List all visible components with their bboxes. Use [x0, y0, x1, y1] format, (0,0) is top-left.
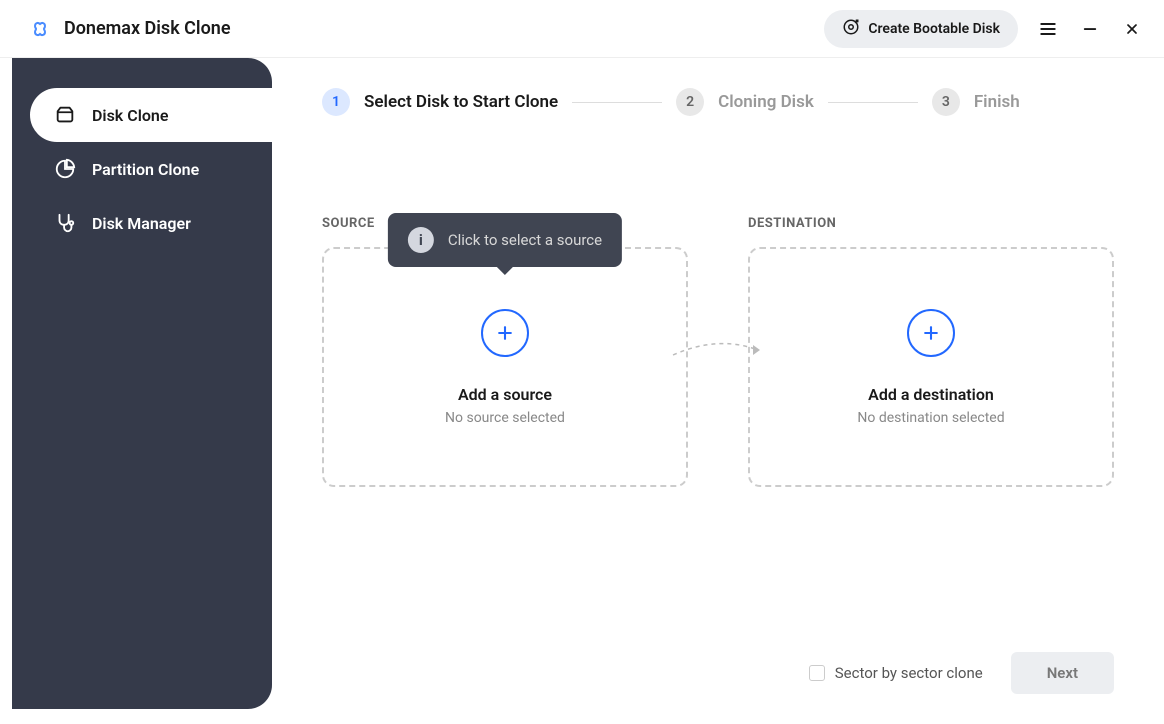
plus-icon	[481, 309, 529, 357]
checkbox-label: Sector by sector clone	[835, 664, 983, 682]
source-dropzone[interactable]: i Click to select a source Add a source …	[322, 247, 688, 487]
source-title: Add a source	[458, 385, 552, 404]
close-icon[interactable]	[1120, 17, 1144, 41]
next-button[interactable]: Next	[1011, 652, 1114, 694]
header: Donemax Disk Clone Create Bootable Disk	[0, 0, 1164, 58]
destination-sub: No destination selected	[857, 410, 1004, 426]
create-bootable-disk-button[interactable]: Create Bootable Disk	[824, 10, 1018, 48]
step-1: 1 Select Disk to Start Clone	[322, 88, 558, 116]
header-left: Donemax Disk Clone	[28, 17, 231, 41]
create-bootable-disk-label: Create Bootable Disk	[868, 21, 1000, 37]
step-label: Finish	[974, 92, 1020, 112]
pie-icon	[54, 158, 76, 180]
disk-icon	[54, 104, 76, 126]
step-divider	[828, 102, 918, 103]
step-label: Select Disk to Start Clone	[364, 92, 558, 112]
destination-title: Add a destination	[868, 385, 994, 404]
sidebar-item-label: Disk Clone	[92, 106, 168, 125]
source-sub: No source selected	[445, 410, 565, 426]
logo-icon	[28, 17, 52, 41]
sidebar-item-partition-clone[interactable]: Partition Clone	[30, 142, 272, 196]
sidebar-item-label: Disk Manager	[92, 214, 191, 233]
step-3: 3 Finish	[932, 88, 1020, 116]
sector-by-sector-checkbox[interactable]: Sector by sector clone	[809, 664, 983, 682]
step-number: 2	[676, 88, 704, 116]
header-right: Create Bootable Disk	[824, 10, 1144, 48]
step-number: 3	[932, 88, 960, 116]
step-label: Cloning Disk	[718, 92, 814, 112]
main-content: 1 Select Disk to Start Clone 2 Cloning D…	[272, 58, 1164, 724]
info-icon: i	[408, 227, 434, 253]
dropzones: SOURCE i Click to select a source	[322, 216, 1114, 487]
minimize-icon[interactable]	[1078, 17, 1102, 41]
step-number: 1	[322, 88, 350, 116]
plus-icon	[907, 309, 955, 357]
checkbox-icon	[809, 665, 825, 681]
step-divider	[572, 102, 662, 103]
destination-dropzone[interactable]: Add a destination No destination selecte…	[748, 247, 1114, 487]
steps: 1 Select Disk to Start Clone 2 Cloning D…	[322, 88, 1114, 116]
app-title: Donemax Disk Clone	[64, 18, 231, 39]
sidebar-item-disk-clone[interactable]: Disk Clone	[30, 88, 272, 142]
tooltip-text: Click to select a source	[448, 231, 602, 249]
sidebar: Disk Clone Partition Clone	[12, 58, 272, 709]
footer: Sector by sector clone Next	[809, 652, 1114, 694]
sidebar-item-label: Partition Clone	[92, 160, 199, 179]
source-tooltip: i Click to select a source	[388, 213, 622, 267]
sidebar-item-disk-manager[interactable]: Disk Manager	[30, 196, 272, 250]
menu-icon[interactable]	[1036, 17, 1060, 41]
stethoscope-icon	[54, 212, 76, 234]
step-2: 2 Cloning Disk	[676, 88, 814, 116]
destination-heading: DESTINATION	[748, 216, 1114, 231]
disk-icon	[842, 18, 860, 40]
